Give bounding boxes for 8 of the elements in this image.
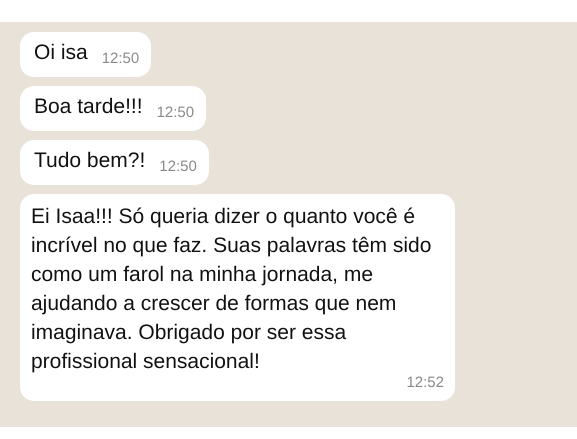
message-text: Boa tarde!!! bbox=[34, 94, 143, 120]
message-time: 12:50 bbox=[159, 157, 197, 178]
message-time: 12:52 bbox=[406, 373, 444, 393]
message-text: Tudo bem?! bbox=[34, 148, 146, 174]
message-text: Oi isa bbox=[34, 40, 88, 66]
message-time: 12:50 bbox=[102, 49, 140, 70]
message-text: Ei Isaa!!! Só queria dizer o quanto você é incrível no que faz. Suas palavras têm sido como um farol na minha jornada, me ajudando a crescer de formas que nem imaginava. Obrigado por ser essa profissional sensacional! bbox=[31, 204, 432, 375]
message-time: 12:50 bbox=[156, 103, 194, 124]
